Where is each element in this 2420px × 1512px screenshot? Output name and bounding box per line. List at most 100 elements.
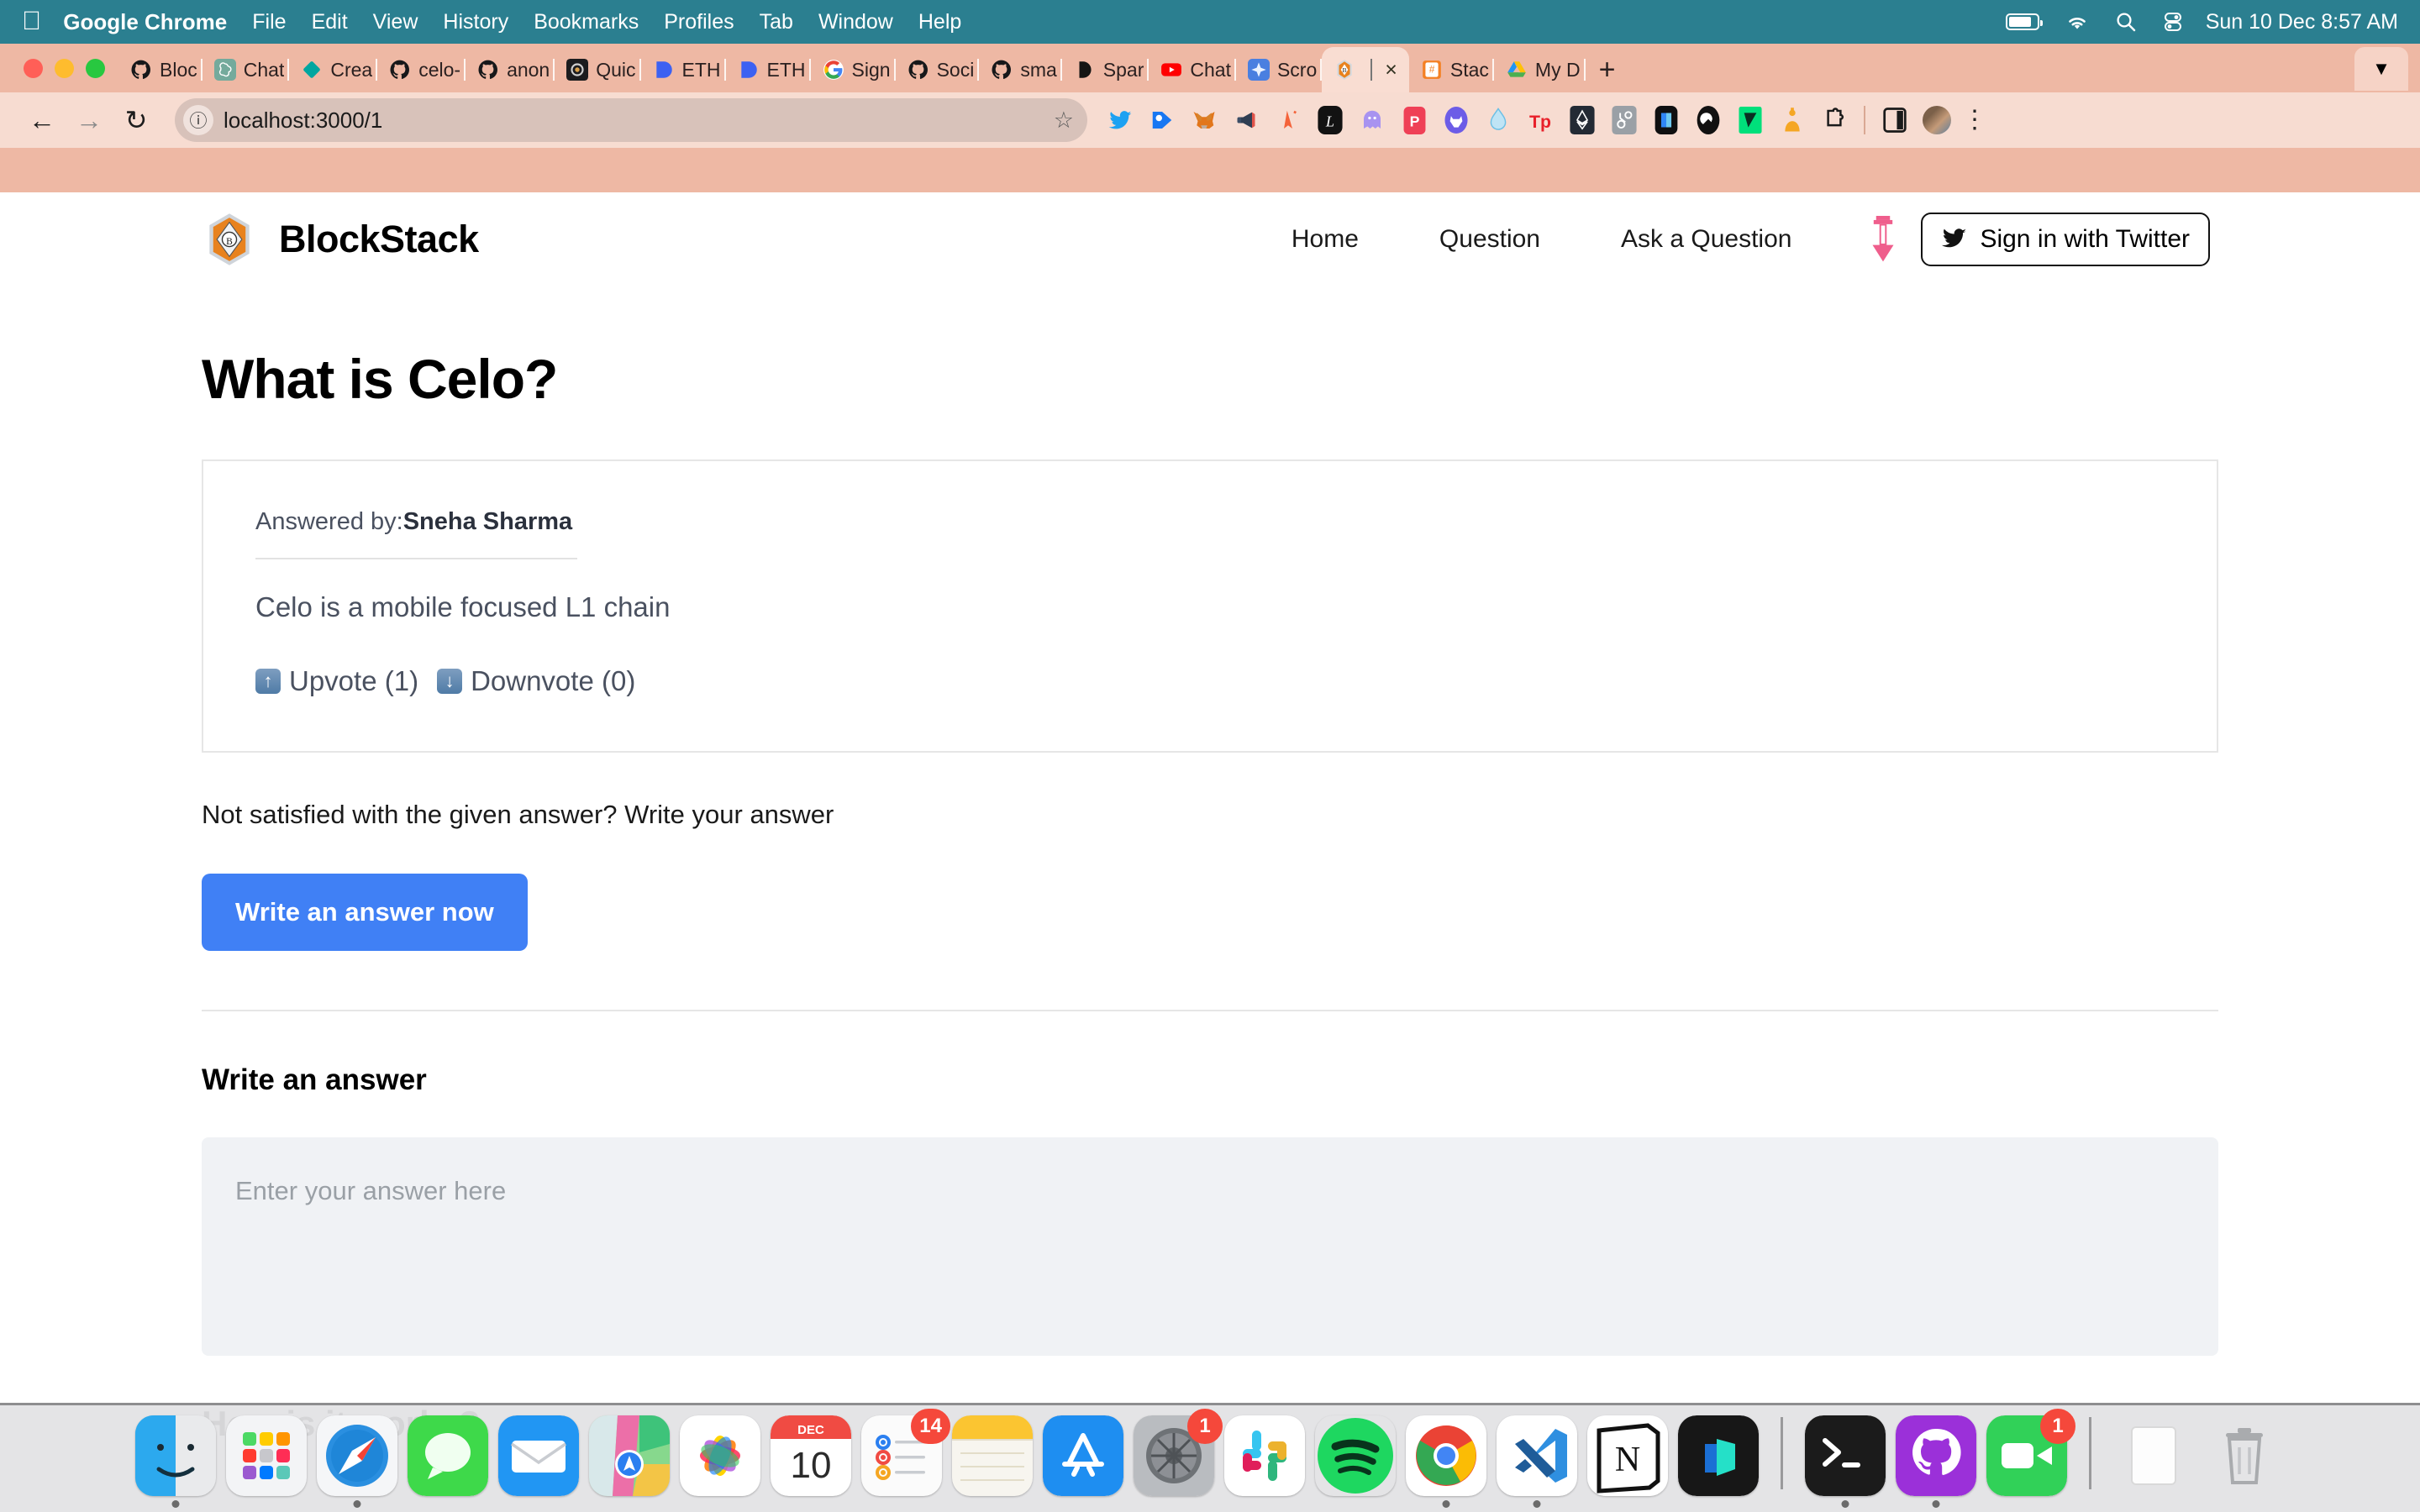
star-icon[interactable]: ☆	[1054, 108, 1074, 134]
brand-logo-link[interactable]: B BlockStack	[202, 212, 479, 267]
dock-item-reminders[interactable]: 14	[861, 1408, 950, 1496]
maximize-button[interactable]	[86, 58, 105, 78]
puzzle-icon[interactable]	[1813, 99, 1855, 141]
nav-question[interactable]: Question	[1399, 225, 1581, 254]
dock-item-spotify[interactable]	[1315, 1415, 1396, 1496]
dock-item-terminal[interactable]	[1805, 1415, 1886, 1508]
tp-icon[interactable]: Tp	[1519, 99, 1561, 141]
upvote-button[interactable]: ↑ Upvote (1)	[255, 665, 418, 697]
dock-item-notion[interactable]: N	[1587, 1415, 1668, 1496]
book-icon[interactable]	[1645, 99, 1687, 141]
address-bar[interactable]: ⓘ localhost:3000/1 ☆	[175, 98, 1087, 142]
dock-item-mail[interactable]	[498, 1415, 579, 1496]
hubspot-icon[interactable]	[1603, 99, 1645, 141]
dock-item-photos[interactable]	[680, 1415, 760, 1496]
menubar-clock[interactable]: Sun 10 Dec 8:57 AM	[2206, 10, 2398, 34]
swirl-icon[interactable]	[1687, 99, 1729, 141]
dock-item-documents-stack[interactable]	[2113, 1415, 2194, 1496]
green-check-icon[interactable]	[1729, 99, 1771, 141]
browser-tab[interactable]: Scro	[1236, 47, 1323, 92]
letter-l-icon[interactable]: L	[1309, 99, 1351, 141]
orange-ribbon-icon[interactable]	[1267, 99, 1309, 141]
browser-tab-active[interactable]: B ×	[1322, 47, 1409, 92]
wolf-icon[interactable]	[1435, 99, 1477, 141]
browser-tab[interactable]: anon	[466, 47, 555, 92]
menu-item-help[interactable]: Help	[918, 10, 961, 34]
dock-item-messages[interactable]	[408, 1415, 488, 1496]
back-arrow-icon[interactable]: ←	[18, 97, 66, 144]
dock-item-maps[interactable]	[589, 1415, 670, 1496]
browser-tab[interactable]: Quic	[555, 47, 641, 92]
avatar[interactable]	[1916, 99, 1958, 141]
twitter-icon[interactable]	[1099, 99, 1141, 141]
menu-item-tab[interactable]: Tab	[760, 10, 793, 34]
new-tab-button[interactable]: +	[1586, 47, 1629, 92]
kebab-menu-icon[interactable]: ⋮	[1958, 99, 1991, 141]
menu-item-history[interactable]: History	[443, 10, 508, 34]
dock-item-finder[interactable]	[135, 1415, 216, 1508]
dock-item-facetime[interactable]: 1	[1986, 1408, 2075, 1496]
apple-icon[interactable]: 	[22, 8, 41, 34]
minimize-button[interactable]	[55, 58, 74, 78]
pink-pin-icon[interactable]	[1869, 216, 1897, 263]
browser-tab[interactable]: Bloc	[118, 47, 203, 92]
search-icon[interactable]	[2115, 11, 2137, 33]
control-center-icon[interactable]	[2162, 11, 2184, 33]
browser-tab[interactable]: celo-	[377, 47, 466, 92]
close-button[interactable]	[24, 58, 43, 78]
browser-tab[interactable]: Sign	[811, 47, 896, 92]
browser-tab[interactable]: Spar	[1062, 47, 1150, 92]
menu-item-file[interactable]: File	[252, 10, 286, 34]
sign-in-with-twitter-button[interactable]: Sign in with Twitter	[1921, 213, 2210, 266]
dock-item-slack[interactable]	[1224, 1415, 1305, 1496]
dock-item-github-desktop[interactable]	[1896, 1415, 1976, 1508]
browser-tab[interactable]: # Stac	[1409, 47, 1494, 92]
ethereum-badge-icon[interactable]	[1561, 99, 1603, 141]
write-an-answer-now-button[interactable]: Write an answer now	[202, 874, 528, 951]
menu-item-bookmarks[interactable]: Bookmarks	[534, 10, 639, 34]
forward-arrow-icon[interactable]: →	[66, 97, 113, 144]
tab-search-chevron-down-icon[interactable]: ▼	[2354, 47, 2408, 91]
honey-icon[interactable]	[1771, 99, 1813, 141]
answer-input[interactable]	[202, 1137, 2218, 1356]
browser-tab[interactable]: My D	[1494, 47, 1586, 92]
pocket-icon[interactable]: P	[1393, 99, 1435, 141]
water-drop-icon[interactable]	[1477, 99, 1519, 141]
pricetag-icon[interactable]	[1141, 99, 1183, 141]
side-panel-icon[interactable]	[1874, 99, 1916, 141]
nav-ask-a-question[interactable]: Ask a Question	[1581, 225, 1832, 254]
info-icon[interactable]: ⓘ	[183, 105, 213, 135]
dock-item-chrome[interactable]	[1406, 1415, 1486, 1508]
menu-item-view[interactable]: View	[373, 10, 418, 34]
downvote-button[interactable]: ↓ Downvote (0)	[437, 665, 635, 697]
menu-item-window[interactable]: Window	[818, 10, 893, 34]
dock-item-safari[interactable]	[317, 1415, 397, 1508]
browser-tab[interactable]: ETH	[726, 47, 811, 92]
dock-item-system-preferences[interactable]: 1	[1134, 1408, 1223, 1496]
dock-item-linear[interactable]	[1678, 1415, 1759, 1496]
menu-item-edit[interactable]: Edit	[312, 10, 348, 34]
answered-by-label: Answered by:	[255, 508, 403, 535]
browser-tab[interactable]: Crea	[289, 47, 378, 92]
dock-item-vs-code[interactable]	[1497, 1415, 1577, 1508]
ghost-icon[interactable]	[1351, 99, 1393, 141]
dock-item-launchpad[interactable]	[226, 1415, 307, 1496]
dock-item-notes[interactable]	[952, 1415, 1033, 1496]
browser-tab[interactable]: sma	[979, 47, 1062, 92]
dock-item-calendar[interactable]: DEC 10	[771, 1415, 851, 1496]
dock-item-trash[interactable]	[2204, 1415, 2285, 1496]
metamask-fox-icon[interactable]	[1183, 99, 1225, 141]
browser-tab[interactable]: ETH	[641, 47, 726, 92]
browser-tab[interactable]: Chat	[1149, 47, 1236, 92]
dock-item-app-store[interactable]	[1043, 1415, 1123, 1496]
menu-item-profiles[interactable]: Profiles	[664, 10, 734, 34]
reload-icon[interactable]: ↻	[113, 97, 160, 144]
nav-home[interactable]: Home	[1251, 225, 1399, 254]
battery-icon[interactable]	[2005, 13, 2043, 30]
browser-tab[interactable]: Chat	[203, 47, 290, 92]
wifi-icon[interactable]	[2065, 12, 2090, 32]
browser-tab[interactable]: Soci	[896, 47, 980, 92]
menu-item-google-chrome[interactable]: Google Chrome	[63, 9, 227, 35]
megaphone-icon[interactable]	[1225, 99, 1267, 141]
tab-close-button[interactable]: ×	[1380, 59, 1402, 81]
